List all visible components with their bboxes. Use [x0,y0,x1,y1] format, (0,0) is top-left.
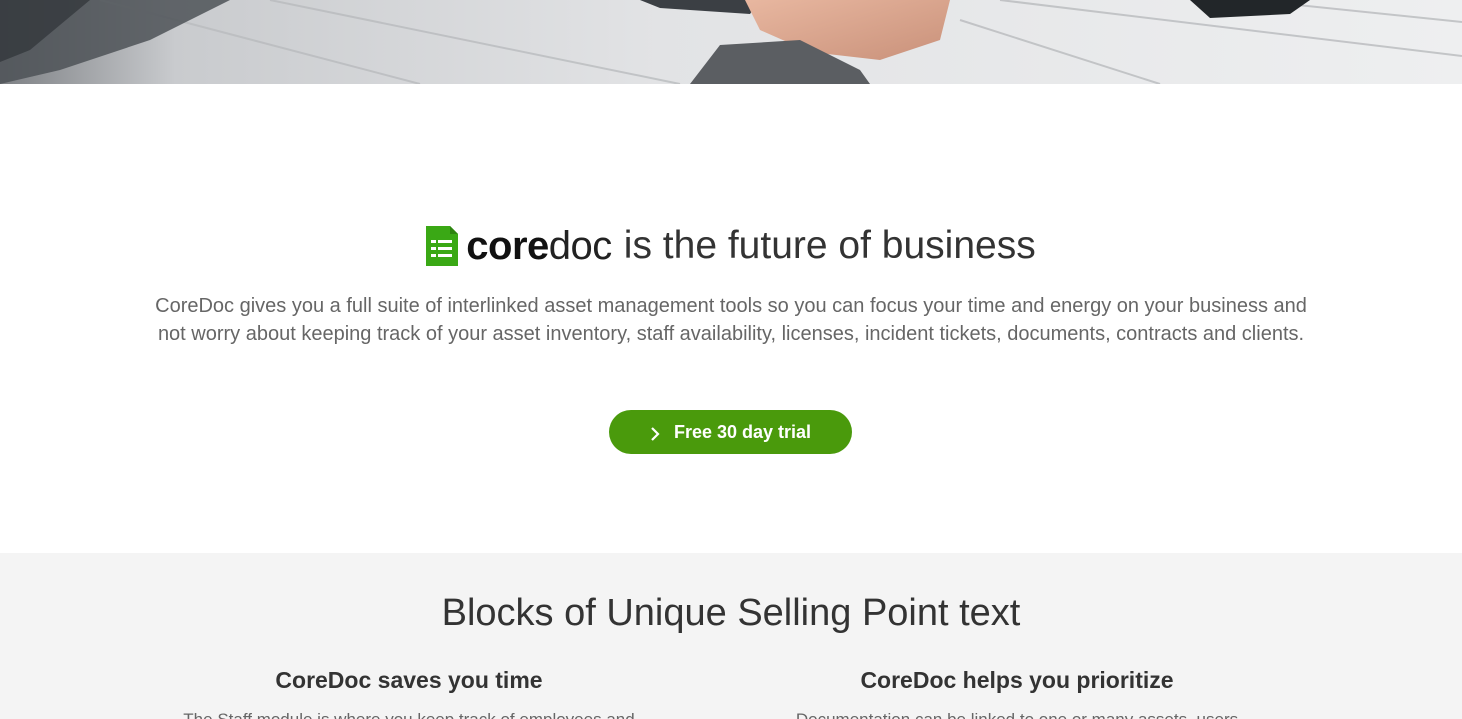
usp-heading: CoreDoc helps you prioritize [860,667,1174,693]
usp-heading: CoreDoc saves you time [275,667,543,693]
landing-page: coredoc is the future of business CoreDo… [0,0,1462,719]
chevron-right-icon [650,425,660,441]
usp-body: The Staff module is where you keep track… [129,708,689,719]
usp-title: Blocks of Unique Selling Point text [441,592,1021,634]
document-list-icon [426,226,459,266]
usp-block: CoreDoc saves you time The Staff module … [129,666,689,719]
page-title: coredoc is the future of business [0,222,1462,270]
intro-section: coredoc is the future of business CoreDo… [0,84,1462,553]
brand-light: doc [548,224,613,268]
usp-section: Blocks of Unique Selling Point text Core… [0,553,1462,719]
headline-text: is the future of business [623,224,1036,267]
free-trial-button[interactable]: Free 30 day trial [609,410,852,454]
hero-image [0,0,1462,84]
usp-block: CoreDoc helps you prioritize Documentati… [737,666,1297,719]
intro-description: CoreDoc gives you a full suite of interl… [155,295,1307,345]
brand-strong: core [466,224,549,268]
usp-body: Documentation can be linked to one or ma… [737,708,1297,719]
free-trial-label: Free 30 day trial [673,421,812,442]
brand-logo-text: coredoc [466,222,612,270]
